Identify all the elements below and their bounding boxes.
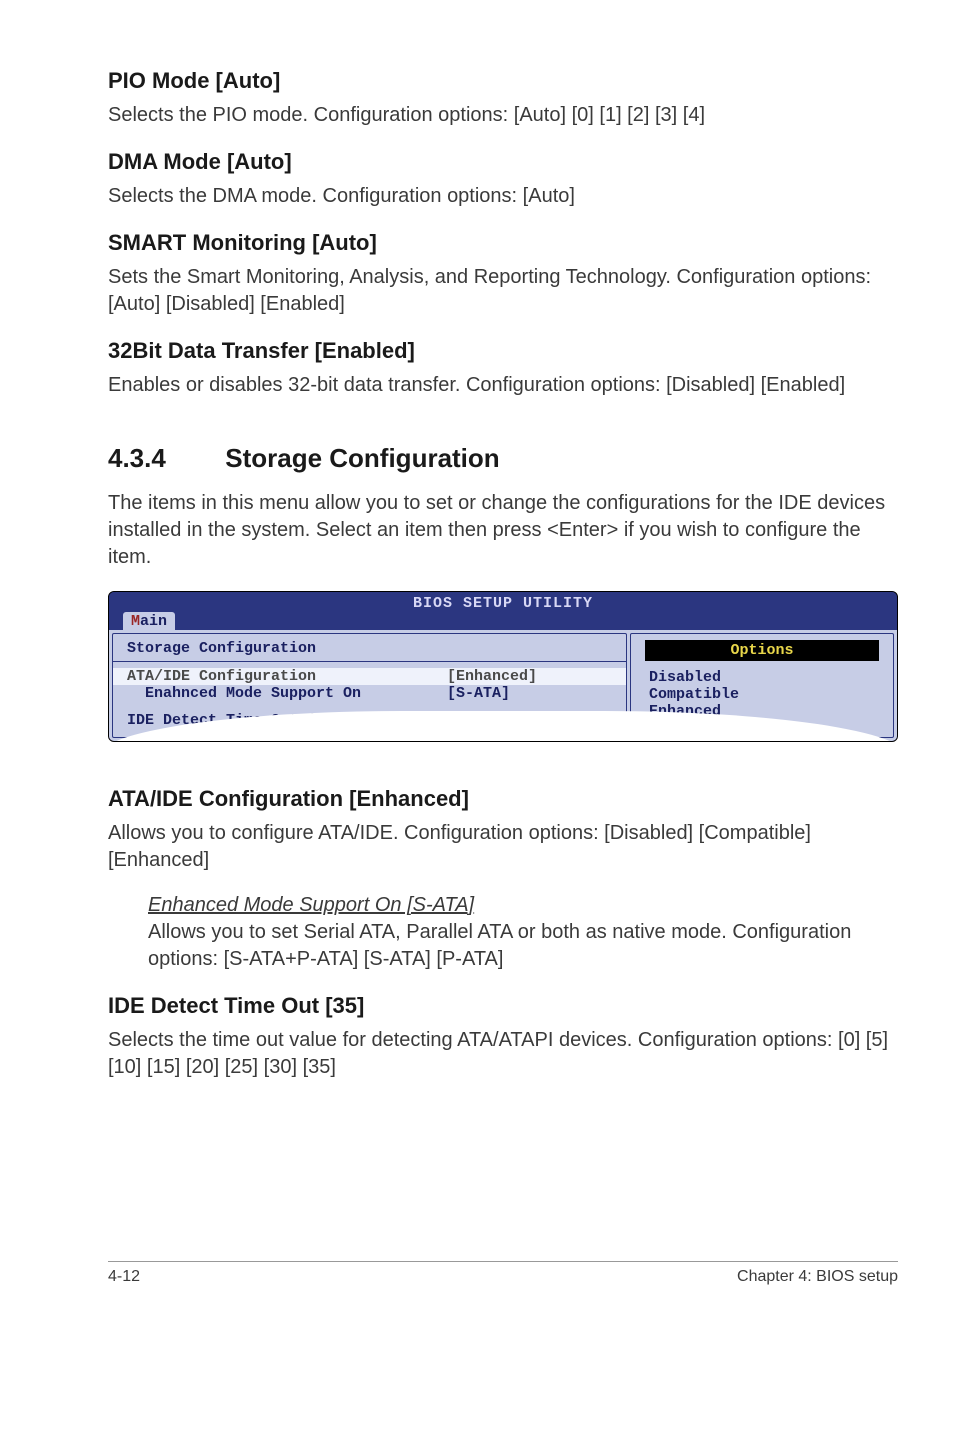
ide-timeout-heading: IDE Detect Time Out [35] bbox=[108, 993, 898, 1019]
dma-mode-heading: DMA Mode [Auto] bbox=[108, 149, 898, 175]
bios-option: Disabled bbox=[631, 669, 893, 686]
bios-header-title: BIOS SETUP UTILITY bbox=[413, 595, 593, 612]
tab-main-hotkey: M bbox=[131, 613, 140, 630]
bios-header: BIOS SETUP UTILITY Main bbox=[109, 592, 897, 630]
bios-left-title: Storage Configuration bbox=[113, 640, 626, 662]
page-footer: 4-12 Chapter 4: BIOS setup bbox=[108, 1261, 898, 1286]
32bit-desc: Enables or disables 32-bit data transfer… bbox=[108, 372, 898, 399]
pio-mode-desc: Selects the PIO mode. Configuration opti… bbox=[108, 102, 898, 129]
bios-row: Enahnced Mode Support On [S-ATA] bbox=[113, 685, 626, 702]
section-desc: The items in this menu allow you to set … bbox=[108, 490, 898, 571]
bios-setup-screenshot: BIOS SETUP UTILITY Main Storage Configur… bbox=[108, 591, 898, 742]
bios-row-selected: ATA/IDE Configuration [Enhanced] bbox=[113, 668, 626, 685]
section-title-text: Storage Configuration bbox=[225, 443, 499, 473]
section-number: 4.3.4 bbox=[108, 443, 218, 474]
tab-main: Main bbox=[123, 612, 175, 630]
smart-desc: Sets the Smart Monitoring, Analysis, and… bbox=[108, 264, 898, 318]
ataide-desc: Allows you to configure ATA/IDE. Configu… bbox=[108, 820, 898, 874]
bios-option: Compatible bbox=[631, 686, 893, 703]
bios-row-label: Enahnced Mode Support On bbox=[127, 685, 447, 702]
bios-options-title: Options bbox=[645, 640, 879, 661]
tab-main-rest: ain bbox=[140, 613, 167, 630]
enhanced-sub-desc: Allows you to set Serial ATA, Parallel A… bbox=[148, 919, 898, 973]
chapter-label: Chapter 4: BIOS setup bbox=[737, 1268, 898, 1286]
smart-heading: SMART Monitoring [Auto] bbox=[108, 230, 898, 256]
dma-mode-desc: Selects the DMA mode. Configuration opti… bbox=[108, 183, 898, 210]
pio-mode-heading: PIO Mode [Auto] bbox=[108, 68, 898, 94]
section-heading: 4.3.4 Storage Configuration bbox=[108, 443, 898, 474]
32bit-heading: 32Bit Data Transfer [Enabled] bbox=[108, 338, 898, 364]
bios-row-value: [Enhanced] bbox=[447, 668, 537, 685]
page-number: 4-12 bbox=[108, 1268, 140, 1286]
bios-row-value: [S-ATA] bbox=[447, 685, 510, 702]
ataide-heading: ATA/IDE Configuration [Enhanced] bbox=[108, 786, 898, 812]
enhanced-sub-heading: Enhanced Mode Support On [S-ATA] bbox=[148, 894, 898, 917]
ide-timeout-desc: Selects the time out value for detecting… bbox=[108, 1027, 898, 1081]
bios-row-label: ATA/IDE Configuration bbox=[127, 668, 447, 685]
